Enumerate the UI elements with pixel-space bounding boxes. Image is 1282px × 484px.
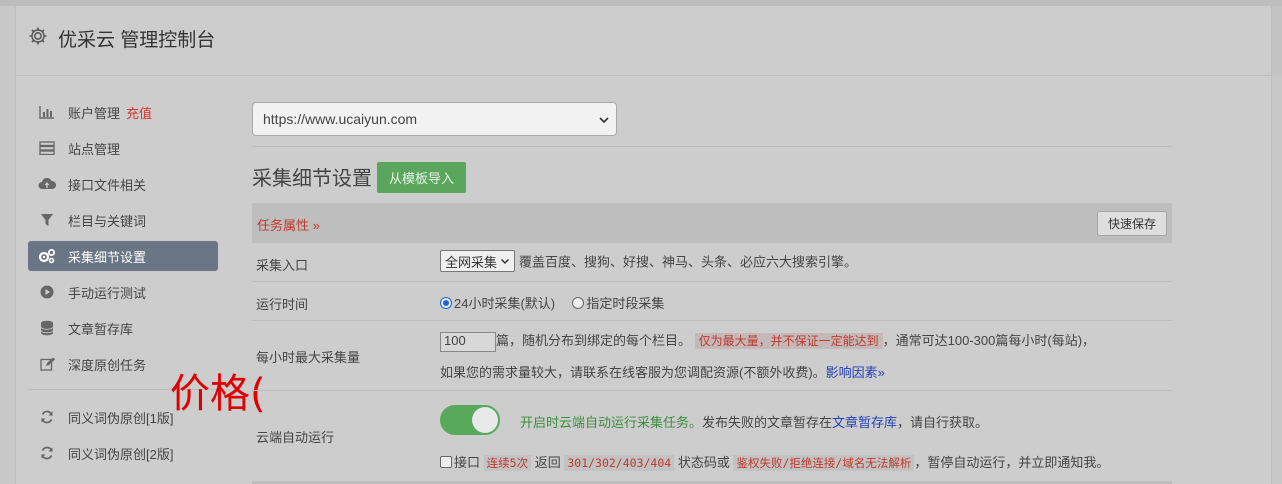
collect-entry-select[interactable]: 全网采集: [440, 250, 516, 272]
sidebar-item-label: 手动运行测试: [68, 285, 147, 301]
sidebar-item-label: 文章暂存库: [68, 321, 134, 337]
site-select-value: https://www.ucaiyun.com: [263, 111, 418, 127]
row-content: 100 篇，随机分布到绑定的每个栏目。 仅为最大量，并不保证一定能达到 ，通常可达1…: [440, 330, 1095, 352]
sidebar-item-label: 同义词伪原创[1版]: [68, 410, 174, 426]
page-header: 优采云 管理控制台: [16, 6, 1271, 76]
text-return: 返回: [534, 455, 561, 470]
page-title: 优采云 管理控制台: [58, 30, 216, 51]
sidebar-item-label: 接口文件相关: [68, 177, 147, 193]
cloud-auto-toggle[interactable]: [440, 405, 500, 435]
cogs-icon: [38, 248, 56, 264]
bar-chart-icon: [38, 104, 56, 120]
row-content: 开启时云端自动运行采集任务。发布失败的文章暂存在文章暂存库，请自行获取。: [520, 412, 988, 431]
play-circle-icon: [38, 284, 56, 300]
radio-24h[interactable]: [440, 297, 452, 309]
cloud-auto-desc: 开启时云端自动运行采集任务。: [520, 415, 703, 430]
task-attributes-toggle[interactable]: 任务属性 »: [257, 215, 320, 234]
row-collect-entry: 采集入口 全网采集 覆盖百度、搜狗、好搜、神马、头条、必应六大搜索引擎。: [252, 243, 1172, 282]
gear-icon: [28, 26, 48, 46]
sidebar-item-interface-files[interactable]: 接口文件相关: [28, 169, 218, 199]
sidebar-item-sites[interactable]: 站点管理: [28, 133, 218, 163]
import-from-template-button[interactable]: 从模板导入: [377, 162, 467, 193]
sidebar-item-synonym-v2[interactable]: 同义词伪原创[2版]: [28, 438, 218, 468]
chevron-down-icon: [598, 113, 610, 129]
sidebar-item-account[interactable]: 账户管理 充值: [28, 97, 218, 127]
code-consecutive: 连续5次: [483, 455, 532, 471]
cloud-auto-text2: ，请自行获取。: [897, 415, 989, 430]
database-icon: [38, 320, 56, 336]
collect-entry-desc: 覆盖百度、搜狗、好搜、神马、头条、必应六大搜索引擎。: [519, 254, 858, 270]
checkbox-label[interactable]: 接口: [454, 455, 480, 470]
sidebar-item-label: 同义词伪原创[2版]: [68, 446, 174, 462]
row-cloud-auto: 云端自动运行 开启时云端自动运行采集任务。发布失败的文章暂存在文章暂存库，请自行…: [252, 391, 1172, 481]
refresh-icon: [38, 445, 56, 461]
cloud-auto-text1: 发布失败的文章暂存在: [702, 415, 833, 430]
pause-notify-checkbox[interactable]: [440, 456, 452, 468]
section-title: 采集细节设置: [252, 168, 372, 190]
sidebar-item-article-store[interactable]: 文章暂存库: [28, 313, 218, 343]
sidebar-item-label: 采集细节设置: [68, 249, 147, 265]
influence-factors-link[interactable]: 影响因素»: [826, 365, 885, 380]
radio-24h-label[interactable]: 24小时采集(默认): [454, 296, 555, 311]
max-per-hour-text2: ，通常可达100-300篇每小时(每站)，: [882, 333, 1096, 348]
row-max-per-hour: 每小时最大采集量 100 篇，随机分布到绑定的每个栏目。 仅为最大量，并不保证一定…: [252, 321, 1172, 391]
sidebar-item-label: 栏目与关键词: [68, 213, 147, 229]
max-per-hour-input[interactable]: 100: [440, 331, 496, 352]
server-icon: [38, 140, 56, 156]
radio-scheduled-label[interactable]: 指定时段采集: [586, 296, 664, 311]
row-content: 全网采集 覆盖百度、搜狗、好搜、神马、头条、必应六大搜索引擎。: [440, 250, 857, 272]
sidebar-item-label: 账户管理: [68, 105, 121, 121]
row-label: 运行时间: [256, 297, 309, 312]
max-per-hour-warning: 仅为最大量，并不保证一定能达到: [694, 333, 883, 349]
refresh-icon: [38, 409, 56, 425]
collect-entry-select-value: 全网采集: [445, 254, 498, 270]
sidebar-item-columns-keywords[interactable]: 栏目与关键词: [28, 205, 218, 235]
sidebar-item-collect-settings[interactable]: 采集细节设置: [28, 241, 218, 271]
text-pause: ，暂停自动运行，并立即通知我。: [914, 455, 1110, 470]
edit-icon: [38, 356, 56, 372]
chevron-down-icon: [500, 258, 510, 265]
sidebar-item-manual-test[interactable]: 手动运行测试: [28, 277, 218, 307]
max-per-hour-text: 篇，随机分布到绑定的每个栏目。: [496, 333, 692, 348]
code-errors: 鉴权失败/拒绝连接/域名无法解析: [733, 455, 915, 471]
divider: [252, 146, 1172, 147]
row-content-line2: 如果您的需求量较大，请联系在线客服为您调配资源(不额外收费)。影响因素»: [440, 362, 885, 381]
task-attributes-bar: 任务属性 » 快速保存: [252, 203, 1172, 243]
row-label: 云端自动运行: [256, 430, 335, 445]
site-select[interactable]: https://www.ucaiyun.com: [252, 102, 617, 136]
text-status-or: 状态码或: [677, 455, 730, 470]
max-per-hour-text3: 如果您的需求量较大，请联系在线客服为您调配资源(不额外收费)。: [440, 365, 826, 380]
recharge-link[interactable]: 充值: [126, 103, 152, 122]
radio-scheduled[interactable]: [572, 297, 585, 309]
scrollbar-track[interactable]: [1272, 6, 1282, 76]
toggle-knob: [472, 407, 498, 433]
article-store-link[interactable]: 文章暂存库: [832, 415, 897, 430]
row-runtime: 运行时间 24小时采集(默认) 指定时段采集: [252, 282, 1172, 321]
code-status: 301/302/403/404: [564, 455, 675, 471]
row-content-line2: 接口 连续5次 返回 301/302/403/404 状态码或 鉴权失败/拒绝连…: [440, 452, 1109, 471]
row-label: 每小时最大采集量: [256, 350, 361, 365]
row-label: 采集入口: [256, 258, 309, 273]
cloud-upload-icon: [38, 176, 56, 192]
sidebar-item-label: 深度原创任务: [68, 357, 147, 373]
quick-save-button[interactable]: 快速保存: [1096, 211, 1167, 236]
filter-icon: [38, 212, 56, 228]
sidebar-item-label: 站点管理: [68, 141, 121, 157]
row-content: 24小时采集(默认) 指定时段采集: [440, 293, 664, 312]
